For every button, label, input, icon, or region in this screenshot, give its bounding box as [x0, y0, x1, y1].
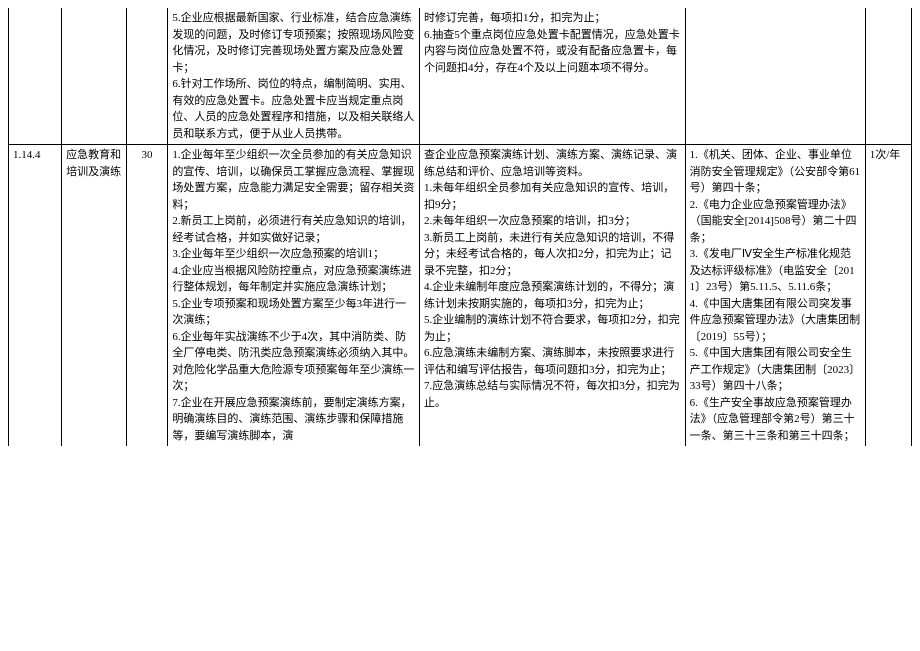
cell-item	[62, 8, 127, 145]
table-row: 5.企业应根据最新国家、行业标准，结合应急演练发现的问题，及时修订专项预案；按照…	[9, 8, 912, 145]
cell-freq: 1次/年	[865, 145, 911, 447]
cell-basis: 1.《机关、团体、企业、事业单位消防安全管理规定》（公安部令第61号）第四十条；…	[685, 145, 865, 447]
standards-table: 5.企业应根据最新国家、行业标准，结合应急演练发现的问题，及时修订专项预案；按照…	[8, 8, 912, 446]
cell-score: 30	[126, 145, 168, 447]
cell-index: 1.14.4	[9, 145, 62, 447]
cell-criteria: 时修订完善，每项扣1分，扣完为止；6.抽查5个重点岗位应急处置卡配置情况，应急处…	[420, 8, 686, 145]
cell-freq	[865, 8, 911, 145]
cell-index	[9, 8, 62, 145]
cell-item: 应急教育和培训及演练	[62, 145, 127, 447]
table-row: 1.14.4 应急教育和培训及演练 30 1.企业每年至少组织一次全员参加的有关…	[9, 145, 912, 447]
cell-requirement: 5.企业应根据最新国家、行业标准，结合应急演练发现的问题，及时修订专项预案；按照…	[168, 8, 420, 145]
cell-score	[126, 8, 168, 145]
cell-basis	[685, 8, 865, 145]
cell-requirement: 1.企业每年至少组织一次全员参加的有关应急知识的宣传、培训，以确保员工掌握应急流…	[168, 145, 420, 447]
cell-criteria: 查企业应急预案演练计划、演练方案、演练记录、演练总结和评价、应急培训等资料。1.…	[420, 145, 686, 447]
